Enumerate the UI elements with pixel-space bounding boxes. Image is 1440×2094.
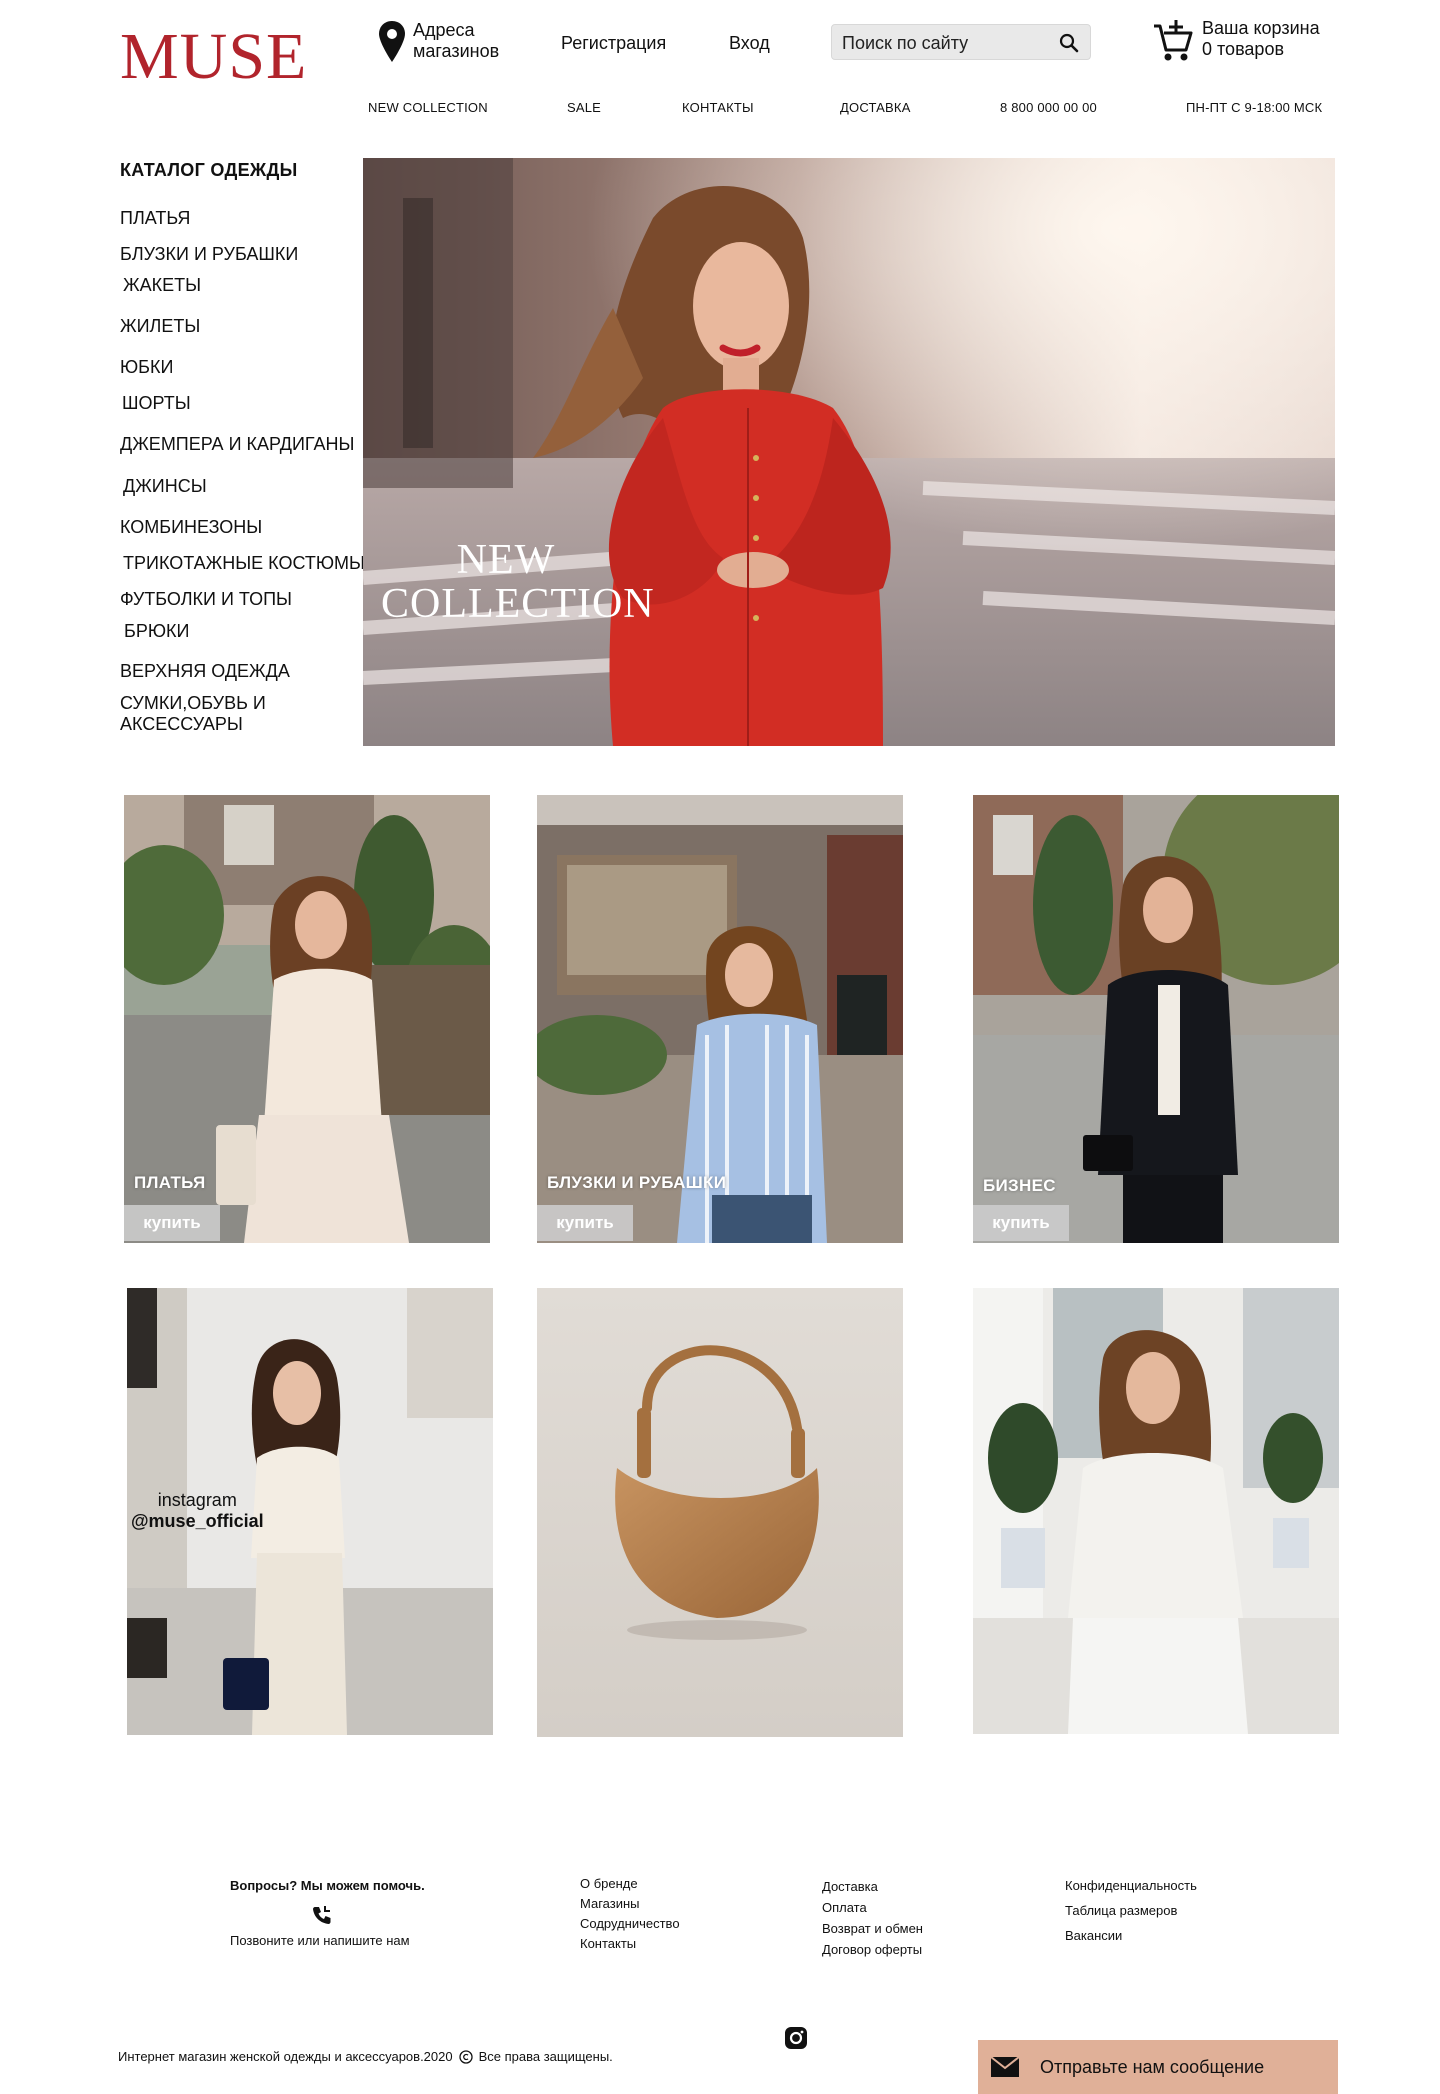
help-subtitle: Позвоните или напишите нам — [230, 1933, 410, 1948]
tile-label-dresses: ПЛАТЬЯ — [134, 1173, 206, 1192]
catalog-item-jeans[interactable]: ДЖИНСЫ — [123, 476, 207, 497]
send-message-label: Отправьте нам сообщение — [1040, 2056, 1265, 2077]
footer-link-privacy[interactable]: Конфиденциальность — [1065, 1873, 1197, 1898]
catalog-item-vests[interactable]: ЖИЛЕТЫ — [120, 316, 200, 337]
category-tile-business[interactable]: БИЗНЕС купить — [973, 795, 1339, 1243]
tile-label-blouses: БЛУЗКИ И РУБАШКИ — [547, 1173, 727, 1192]
nav-sale[interactable]: SALE — [567, 100, 601, 115]
store-addresses-label: Адреса магазинов — [413, 20, 500, 61]
buy-button-business[interactable]: купить — [973, 1205, 1069, 1241]
store-addresses-link[interactable]: Адреса магазинов — [377, 20, 513, 64]
knitwear-tile[interactable] — [973, 1288, 1339, 1734]
nav-delivery[interactable]: ДОСТАВКА — [840, 100, 911, 115]
category-tile-blouses[interactable]: БЛУЗКИ И РУБАШКИ купить — [537, 795, 903, 1243]
footer-column-info: Конфиденциальность Таблица размеров Вака… — [1065, 1873, 1197, 1948]
search-input[interactable] — [842, 31, 1052, 55]
catalog-item-jumpsuits[interactable]: КОМБИНЕЗОНЫ — [120, 517, 262, 538]
rights-text: Все права защищены. — [478, 2049, 613, 2064]
instagram-icon[interactable] — [784, 2026, 808, 2050]
instagram-label: instagram — [157, 1490, 237, 1510]
catalog-item-blouses[interactable]: БЛУЗКИ И РУБАШКИ — [120, 244, 298, 265]
cart-widget[interactable]: Ваша корзина 0 товаров — [1152, 18, 1320, 64]
catalog-item-dresses[interactable]: ПЛАТЬЯ — [120, 208, 190, 229]
cart-count: 0 товаров — [1202, 39, 1285, 59]
cart-title: Ваша корзина — [1202, 18, 1320, 38]
location-pin-icon — [379, 21, 405, 62]
phone-icon[interactable] — [311, 1904, 333, 1926]
help-title: Вопросы? Мы можем помочь. — [230, 1878, 425, 1893]
catalog-item-jackets[interactable]: ЖАКЕТЫ — [123, 275, 201, 296]
footer-link-returns[interactable]: Возврат и обмен — [822, 1918, 923, 1939]
footer-column-service: Доставка Оплата Возврат и обмен Договор … — [822, 1876, 923, 1960]
footer-link-payment[interactable]: Оплата — [822, 1897, 923, 1918]
hero-photo — [363, 158, 1335, 746]
footer-column-about: О бренде Магазины Содрудничество Контакт… — [580, 1874, 680, 1954]
copyright-icon — [458, 2049, 473, 2064]
footer-link-offer[interactable]: Договор оферты — [822, 1939, 923, 1960]
catalog-item-knit-suits[interactable]: ТРИКОТАЖНЫЕ КОСТЮМЫ — [123, 553, 365, 574]
brand-logo[interactable]: MUSE — [120, 22, 307, 92]
search-icon[interactable] — [1058, 32, 1080, 54]
envelope-icon — [990, 2056, 1020, 2077]
copyright-text: Интернет магазин женской одежды и аксесс… — [118, 2049, 453, 2064]
instagram-tile[interactable]: instagram @muse_official — [127, 1288, 493, 1735]
instagram-handle[interactable]: @muse_official — [131, 1511, 264, 1532]
cart-add-icon — [1154, 20, 1193, 61]
bag-tile[interactable] — [537, 1288, 903, 1737]
catalog-item-accessories[interactable]: СУМКИ,ОБУВЬ И АКСЕССУАРЫ — [120, 693, 320, 735]
catalog-item-skirts[interactable]: ЮБКИ — [120, 357, 173, 378]
catalog-item-shorts[interactable]: ШОРТЫ — [122, 393, 191, 414]
copyright: Интернет магазин женской одежды и аксесс… — [118, 2049, 613, 2064]
nav-contacts[interactable]: КОНТАКТЫ — [682, 100, 754, 115]
tile-label-business: БИЗНЕС — [983, 1176, 1056, 1195]
catalog-item-outerwear[interactable]: ВЕРХНЯЯ ОДЕЖДА — [120, 661, 290, 682]
login-link[interactable]: Вход — [729, 32, 770, 54]
nav-phone[interactable]: 8 800 000 00 00 — [1000, 100, 1097, 115]
bag-photo — [537, 1288, 903, 1737]
footer-link-size-chart[interactable]: Таблица размеров — [1065, 1898, 1197, 1923]
knitwear-photo — [973, 1288, 1339, 1734]
footer-link-about[interactable]: О бренде — [580, 1874, 680, 1894]
hero-banner[interactable]: NEW COLLECTION — [363, 158, 1335, 746]
catalog-item-sweaters[interactable]: ДЖЕМПЕРА И КАРДИГАНЫ — [120, 434, 354, 455]
nav-hours: ПН-ПТ С 9-18:00 МСК — [1186, 100, 1323, 115]
catalog-title: КАТАЛОГ ОДЕЖДЫ — [120, 160, 298, 180]
search-box — [831, 24, 1091, 60]
send-message-button[interactable]: Отправьте нам сообщение — [978, 2040, 1338, 2094]
nav-new-collection[interactable]: NEW COLLECTION — [368, 100, 488, 115]
buy-button-dresses[interactable]: купить — [124, 1205, 220, 1241]
catalog-item-trousers[interactable]: БРЮКИ — [124, 621, 189, 642]
hero-title: NEW COLLECTION — [381, 537, 655, 627]
register-link[interactable]: Регистрация — [561, 32, 666, 54]
buy-button-blouses[interactable]: купить — [537, 1205, 633, 1241]
footer-link-delivery[interactable]: Доставка — [822, 1876, 923, 1897]
footer-link-contacts[interactable]: Контакты — [580, 1934, 680, 1954]
catalog-item-tshirts[interactable]: ФУТБОЛКИ И ТОПЫ — [120, 589, 292, 610]
category-tile-dresses[interactable]: ПЛАТЬЯ купить — [124, 795, 490, 1243]
footer-link-stores[interactable]: Магазины — [580, 1894, 680, 1914]
footer-link-vacancies[interactable]: Вакансии — [1065, 1923, 1197, 1948]
footer-link-cooperation[interactable]: Содрудничество — [580, 1914, 680, 1934]
